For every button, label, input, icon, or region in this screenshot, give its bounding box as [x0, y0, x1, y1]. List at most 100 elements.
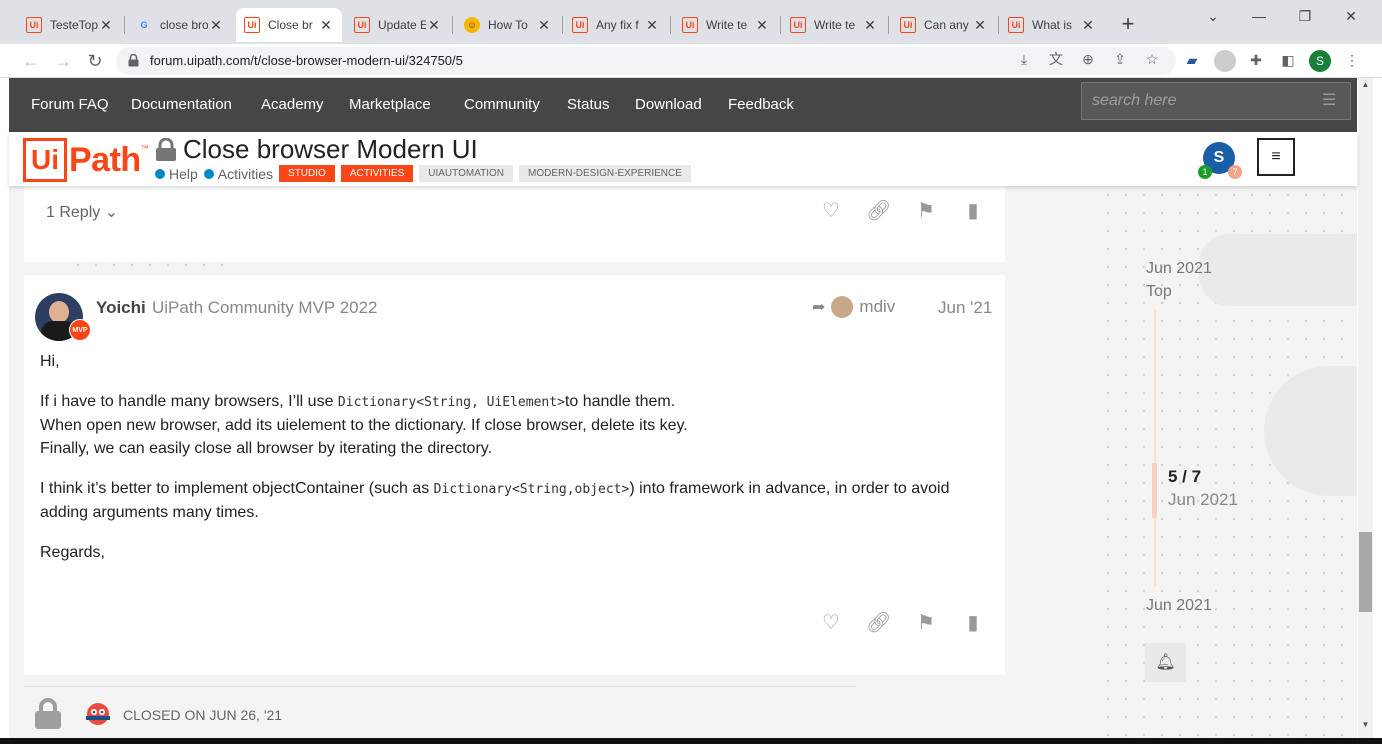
restore-icon[interactable]: ❐: [1290, 8, 1320, 25]
tab-title: How To: [488, 18, 528, 32]
bookmark-icon[interactable]: ▮: [961, 199, 985, 223]
tab-separator: [562, 16, 563, 34]
window-close-icon[interactable]: ✕: [1336, 8, 1366, 25]
share-icon[interactable]: ⇪: [1110, 49, 1130, 69]
back-icon[interactable]: ←: [20, 50, 42, 72]
puzzle-icon[interactable]: ✚: [1246, 50, 1266, 70]
scroll-down-arrow-icon[interactable]: ▼: [1358, 720, 1373, 734]
close-icon[interactable]: ✕: [208, 17, 224, 34]
tab[interactable]: Ui Write te ✕: [674, 8, 778, 42]
nav-link-feedback[interactable]: Feedback: [728, 96, 794, 113]
post-date[interactable]: Jun '21: [938, 298, 992, 318]
zoom-icon[interactable]: ⊕: [1078, 49, 1098, 69]
tab-separator: [670, 16, 671, 34]
flag-icon[interactable]: ⚑: [914, 199, 938, 223]
post-text: If i have to handle many browsers, I’ll …: [40, 393, 338, 410]
timeline-start-date[interactable]: Jun 2021: [1146, 260, 1212, 278]
tab[interactable]: G close bro ✕: [128, 8, 232, 42]
close-icon[interactable]: ✕: [536, 17, 552, 34]
close-icon[interactable]: ✕: [754, 17, 770, 34]
close-icon[interactable]: ✕: [98, 17, 114, 34]
minimize-icon[interactable]: —: [1244, 8, 1274, 24]
close-icon[interactable]: ✕: [426, 17, 442, 34]
nav-link-documentation[interactable]: Documentation: [131, 96, 232, 113]
tab-search-icon[interactable]: ⌄: [1198, 8, 1228, 25]
hamburger-menu-icon[interactable]: ≡: [1257, 138, 1295, 176]
copy-link-icon[interactable]: 🔗︎: [866, 199, 891, 223]
logo-path: Path: [69, 140, 141, 179]
flag-icon[interactable]: ⚑: [914, 611, 938, 635]
tab[interactable]: ☺ How To ✕: [456, 8, 560, 42]
timeline-top-link[interactable]: Top: [1146, 283, 1172, 301]
nav-link-forum-faq[interactable]: Forum FAQ: [31, 96, 109, 113]
bookmark-star-icon[interactable]: ☆: [1142, 49, 1162, 69]
post-text: When open new browser, add its uielement…: [40, 417, 688, 434]
scroll-up-arrow-icon[interactable]: ▲: [1358, 80, 1373, 94]
bookmark-icon[interactable]: ▮: [961, 611, 985, 635]
tab[interactable]: Ui What is ✕: [1000, 8, 1104, 42]
like-heart-icon[interactable]: ♡: [819, 199, 843, 223]
category-activities[interactable]: Activities: [203, 166, 273, 182]
nav-link-marketplace[interactable]: Marketplace: [349, 96, 431, 113]
tag-studio[interactable]: STUDIO: [279, 165, 335, 182]
nav-link-status[interactable]: Status: [567, 96, 610, 113]
nav-link-academy[interactable]: Academy: [261, 96, 324, 113]
install-icon[interactable]: ⤓: [1014, 49, 1034, 69]
tab-title: Write te: [814, 18, 856, 32]
tag-modern-design-experience[interactable]: MODERN-DESIGN-EXPERIENCE: [519, 165, 691, 182]
close-icon[interactable]: ✕: [862, 17, 878, 34]
timeline-handle[interactable]: [1152, 463, 1157, 518]
tab-title: Write te: [706, 18, 748, 32]
page-scrollbar[interactable]: [1358, 78, 1373, 738]
nav-link-community[interactable]: Community: [464, 96, 540, 113]
tab[interactable]: Ui Update E ✕: [346, 8, 450, 42]
sidepanel-icon[interactable]: ◧: [1278, 50, 1298, 70]
close-icon[interactable]: ✕: [972, 17, 988, 34]
category-dot-icon: [203, 168, 214, 179]
search-input[interactable]: [1082, 83, 1302, 119]
category-dot-icon: [155, 168, 165, 179]
uipath-icon: Ui: [900, 17, 916, 33]
close-icon[interactable]: ✕: [318, 17, 334, 34]
new-tab-button[interactable]: +: [1116, 12, 1140, 36]
reply-to-indicator[interactable]: ➦ mdiv: [812, 296, 895, 318]
tab[interactable]: Ui TesteTop ✕: [18, 8, 122, 42]
scroll-thumb[interactable]: [1359, 532, 1372, 612]
tab[interactable]: Ui Any fix f ✕: [564, 8, 668, 42]
uipath-logo[interactable]: Ui Path ™: [23, 138, 149, 182]
tab-active[interactable]: Ui Close br ✕: [236, 8, 342, 42]
kebab-menu-icon[interactable]: ⋮: [1342, 50, 1362, 70]
system-bot-avatar-icon[interactable]: [84, 700, 112, 728]
tab[interactable]: Ui Can any ✕: [892, 8, 996, 42]
inline-code: Dictionary<String,object>: [433, 482, 630, 497]
close-icon[interactable]: ✕: [644, 17, 660, 34]
browser-profile-avatar[interactable]: S: [1309, 50, 1331, 72]
filter-sliders-icon[interactable]: ☰: [1322, 92, 1340, 110]
topic-title[interactable]: Close browser Modern UI: [155, 134, 478, 165]
nav-link-download[interactable]: Download: [635, 96, 702, 113]
browser-window: Ui TesteTop ✕ G close bro ✕ Ui Close br …: [0, 0, 1382, 744]
post-username[interactable]: Yoichi: [96, 298, 146, 318]
extension-icon[interactable]: ▰: [1182, 50, 1202, 70]
timeline-end-date[interactable]: Jun 2021: [1146, 597, 1212, 615]
uipath-icon: Ui: [1008, 17, 1024, 33]
like-heart-icon[interactable]: ♡: [819, 611, 843, 635]
copy-link-icon[interactable]: 🔗︎: [866, 611, 891, 635]
reload-icon[interactable]: ↻: [84, 50, 106, 72]
forward-icon[interactable]: →: [52, 50, 74, 72]
tag-activities[interactable]: ACTIVITIES: [340, 165, 414, 182]
translate-icon[interactable]: 文: [1046, 49, 1066, 69]
closed-divider: [24, 686, 856, 687]
tab[interactable]: Ui Write te ✕: [782, 8, 886, 42]
category-help[interactable]: Help: [155, 166, 198, 182]
tag-uiautomation[interactable]: UIAUTOMATION: [419, 165, 514, 182]
browser-toolbar: ← → ↻ forum.uipath.com/t/close-browser-m…: [0, 44, 1382, 78]
timeline-track[interactable]: [1154, 310, 1156, 586]
replies-toggle[interactable]: 1 Reply ⌄: [46, 202, 118, 222]
uipath-icon: Ui: [244, 17, 260, 33]
close-icon[interactable]: ✕: [1080, 17, 1096, 34]
notification-bell-icon[interactable]: 🔔︎: [1145, 643, 1186, 682]
tab-title: Can any: [924, 18, 969, 32]
google-icon: G: [140, 20, 148, 30]
profile-extension-icon[interactable]: [1214, 50, 1236, 72]
